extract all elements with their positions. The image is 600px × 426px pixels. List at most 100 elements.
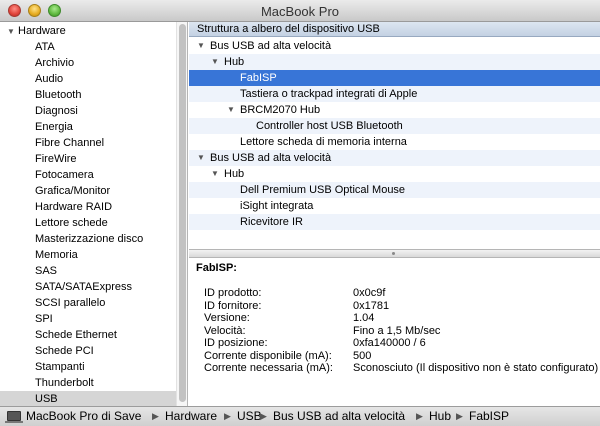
- sidebar-item-label: Stampanti: [35, 361, 85, 373]
- tree-row-label: Lettore scheda di memoria interna: [240, 136, 407, 148]
- sidebar-item-usb[interactable]: USB: [0, 391, 187, 406]
- tree-row[interactable]: ▼ BRCM2070 Hub: [189, 102, 600, 118]
- sidebar-item-masterizzazione-disco[interactable]: Masterizzazione disco: [0, 231, 187, 247]
- disclosure-triangle-icon[interactable]: ▼: [197, 150, 205, 166]
- detail-key: Velocità:: [204, 324, 246, 337]
- detail-key: Corrente disponibile (mA):: [204, 349, 332, 362]
- path-separator-icon: ▶: [456, 411, 463, 421]
- tree-row[interactable]: Controller host USB Bluetooth: [189, 118, 600, 134]
- sidebar-item-grafica-monitor[interactable]: Grafica/Monitor: [0, 183, 187, 199]
- path-segment[interactable]: Hub: [429, 407, 451, 426]
- sidebar-item-hardware[interactable]: ▼ Hardware: [0, 23, 187, 40]
- sidebar-item-audio[interactable]: Audio: [0, 71, 187, 87]
- tree-row[interactable]: Dell Premium USB Optical Mouse: [189, 182, 600, 198]
- pane-splitter[interactable]: [189, 249, 600, 258]
- detail-value: 0x1781: [353, 299, 390, 312]
- disclosure-triangle-icon[interactable]: ▼: [227, 102, 235, 118]
- sidebar-item-label: Hardware RAID: [35, 201, 113, 213]
- path-segment[interactable]: FabISP: [469, 407, 509, 426]
- detail-value: 500: [353, 349, 372, 362]
- sidebar-scroll-thumb[interactable]: [179, 24, 186, 402]
- sidebar-item-lettore-schede[interactable]: Lettore schede: [0, 215, 187, 231]
- detail-row: ID fornitore: 0x1781: [204, 300, 600, 313]
- sidebar-item-diagnosi[interactable]: Diagnosi: [0, 103, 187, 119]
- sidebar-item-label: Lettore schede: [35, 217, 108, 229]
- sidebar-item-label: Hardware: [18, 25, 66, 37]
- tree-row-label: Bus USB ad alta velocità: [210, 40, 332, 52]
- sidebar-item-firewire[interactable]: FireWire: [0, 151, 187, 167]
- sidebar-item-label: SCSI parallelo: [35, 297, 106, 309]
- sidebar-item-scsi-parallelo[interactable]: SCSI parallelo: [0, 295, 187, 311]
- tree-row[interactable]: Ricevitore IR: [189, 214, 600, 230]
- sidebar-item-label: Memoria: [35, 249, 78, 261]
- sidebar-item-label: Masterizzazione disco: [35, 233, 144, 245]
- tree-row[interactable]: Lettore scheda di memoria interna: [189, 134, 600, 150]
- sidebar-scrollbar[interactable]: [176, 22, 187, 406]
- sidebar-item-schede-pci[interactable]: Schede PCI: [0, 343, 187, 359]
- sidebar-item-ata[interactable]: ATA: [0, 39, 187, 55]
- sidebar-item-label: Archivio: [35, 57, 75, 69]
- sidebar-item-label: USB: [35, 393, 58, 405]
- splitter-handle-icon: [392, 252, 395, 255]
- sidebar: ▼ Hardware ATA Archivio Audio Bluetooth Diagn…: [0, 22, 188, 406]
- sidebar-item-spi[interactable]: SPI: [0, 311, 187, 327]
- title-bar: MacBook Pro: [0, 0, 600, 22]
- sidebar-item-memoria[interactable]: Memoria: [0, 247, 187, 263]
- tree-row-label: iSight integrata: [240, 200, 314, 212]
- sidebar-item-schede-ethernet[interactable]: Schede Ethernet: [0, 327, 187, 343]
- details-pane: FabISP: ID prodotto: 0x0c9f ID fornitore: 0…: [189, 258, 600, 406]
- detail-key: Corrente necessaria (mA):: [204, 362, 333, 374]
- detail-row: ID posizione: 0xfa140000 / 6: [204, 337, 600, 350]
- detail-key: ID prodotto:: [204, 287, 262, 299]
- disclosure-triangle-icon[interactable]: ▼: [7, 24, 18, 40]
- sidebar-item-archivio[interactable]: Archivio: [0, 55, 187, 71]
- path-segment[interactable]: Hardware: [165, 407, 217, 426]
- tree-row[interactable]: FabISP: [189, 70, 600, 86]
- path-separator-icon: ▶: [260, 411, 267, 421]
- tree-row[interactable]: ▼ Bus USB ad alta velocità: [189, 150, 600, 166]
- sidebar-item-fibre-channel[interactable]: Fibre Channel: [0, 135, 187, 151]
- window-title: MacBook Pro: [260, 4, 340, 19]
- sidebar-item-hardware-raid[interactable]: Hardware RAID: [0, 199, 187, 215]
- sidebar-item-label: ATA: [35, 41, 55, 53]
- sidebar-item-stampanti[interactable]: Stampanti: [0, 359, 187, 375]
- tree-row[interactable]: ▼ Hub: [189, 166, 600, 182]
- sidebar-item-label: Diagnosi: [35, 105, 78, 117]
- detail-value: Fino a 1,5 Mb/sec: [353, 324, 441, 337]
- tree-row[interactable]: ▼ Hub: [189, 54, 600, 70]
- tree-row-label: FabISP: [240, 72, 277, 84]
- tree-row[interactable]: ▼ Bus USB ad alta velocità: [189, 38, 600, 54]
- tree-row-label: Controller host USB Bluetooth: [256, 120, 403, 132]
- disclosure-triangle-icon[interactable]: ▼: [211, 54, 219, 70]
- sidebar-item-energia[interactable]: Energia: [0, 119, 187, 135]
- sidebar-item-label: Energia: [35, 121, 73, 133]
- laptop-icon: [5, 411, 23, 423]
- sidebar-item-sas[interactable]: SAS: [0, 263, 187, 279]
- sidebar-item-label: Schede Ethernet: [35, 329, 117, 341]
- disclosure-triangle-icon[interactable]: ▼: [197, 38, 205, 54]
- path-separator-icon: ▶: [152, 411, 159, 421]
- sidebar-item-bluetooth[interactable]: Bluetooth: [0, 87, 187, 103]
- tree-row[interactable]: iSight integrata: [189, 198, 600, 214]
- tree-row[interactable]: Tastiera o trackpad integrati di Apple: [189, 86, 600, 102]
- sidebar-item-label: SATA/SATAExpress: [35, 281, 132, 293]
- disclosure-triangle-icon[interactable]: ▼: [211, 166, 219, 182]
- path-segment[interactable]: MacBook Pro di Save: [26, 407, 141, 426]
- sidebar-item-label: Grafica/Monitor: [35, 185, 111, 197]
- detail-value: 0x0c9f: [353, 287, 386, 299]
- sidebar-item-sata-sataexpress[interactable]: SATA/SATAExpress: [0, 279, 187, 295]
- sidebar-item-label: Schede PCI: [35, 345, 94, 357]
- sidebar-item-thunderbolt[interactable]: Thunderbolt: [0, 375, 187, 391]
- sidebar-item-label: Fibre Channel: [35, 137, 105, 149]
- tree-column-header[interactable]: Struttura a albero del dispositivo USB: [189, 22, 600, 37]
- tree-row-label: BRCM2070 Hub: [240, 104, 321, 116]
- tree-row-label: Hub: [224, 56, 245, 68]
- sidebar-item-label: SAS: [35, 265, 58, 277]
- path-separator-icon: ▶: [224, 411, 231, 421]
- sidebar-item-label: Fotocamera: [35, 169, 94, 181]
- path-segment[interactable]: Bus USB ad alta velocità: [273, 407, 405, 426]
- path-segment[interactable]: USB: [237, 407, 262, 426]
- sidebar-item-fotocamera[interactable]: Fotocamera: [0, 167, 187, 183]
- tree-row-label: Tastiera o trackpad integrati di Apple: [240, 88, 418, 100]
- detail-key: ID posizione:: [204, 337, 268, 349]
